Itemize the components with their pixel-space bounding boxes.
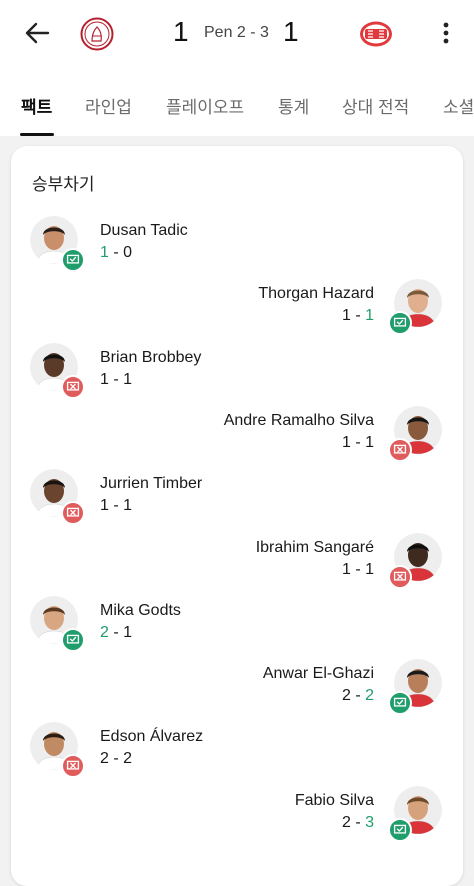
tab-bar: 팩트 라인업 플레이오프 통계 상대 전적 소셜 <box>0 66 474 136</box>
goal-scored-icon <box>388 311 412 336</box>
running-score: 1 - 1 <box>100 371 132 389</box>
goal-missed-icon <box>61 501 85 526</box>
away-running-score: 0 <box>123 244 133 261</box>
player-name: Brian Brobbey <box>100 348 202 366</box>
home-running-score: 2 <box>341 813 351 831</box>
away-running-score: 3 <box>365 813 374 831</box>
tab-playoff[interactable]: 플레이오프 <box>166 93 244 118</box>
running-score: 1 - 0 <box>100 244 132 262</box>
tab-stats[interactable]: 통계 <box>278 93 309 118</box>
player-name: Thorgan Hazard <box>258 285 374 303</box>
kick-row[interactable]: Ibrahim Sangaré 1 - 1 <box>11 532 463 591</box>
home-running-score: 2 <box>341 687 351 705</box>
goal-missed-icon <box>388 564 412 589</box>
away-running-score: 1 <box>365 433 374 451</box>
goal-scored-icon <box>388 817 412 842</box>
score-separator: - <box>108 623 124 641</box>
tab-facts[interactable]: 팩트 <box>21 93 52 118</box>
away-running-score: 2 <box>123 750 133 768</box>
kick-row[interactable]: Brian Brobbey 1 - 1 <box>11 342 463 401</box>
match-header: 1 Pen 2 - 3 1 <box>0 0 474 66</box>
penalty-shootout-card: 승부차기 Dusan Tadic 1 - 0 Thorgan Hazard 1 - 1… <box>11 146 463 886</box>
active-tab-indicator <box>20 133 54 136</box>
score-separator: - <box>108 497 124 515</box>
kick-row[interactable]: Dusan Tadic 1 - 0 <box>11 216 463 274</box>
score-separator: - <box>350 307 366 325</box>
tab-social[interactable]: 소셜 <box>443 93 474 118</box>
back-arrow-icon[interactable] <box>22 18 52 48</box>
psv-crest-icon[interactable] <box>359 17 393 51</box>
kick-row[interactable]: Thorgan Hazard 1 - 1 <box>11 279 463 337</box>
kick-row[interactable]: Edson Álvarez 2 - 2 <box>11 722 463 780</box>
home-running-score: 1 <box>100 244 109 261</box>
away-score: 1 <box>283 16 299 47</box>
kick-row[interactable]: Fabio Silva 2 - 3 <box>11 785 463 844</box>
running-score: 2 - 3 <box>342 814 374 832</box>
score-separator: - <box>108 750 124 768</box>
ajax-crest-icon[interactable] <box>80 17 114 51</box>
score-separator: - <box>350 813 366 831</box>
player-name: Mika Godts <box>100 601 181 619</box>
player-name: Ibrahim Sangaré <box>255 538 374 556</box>
away-running-score: 1 <box>123 370 133 388</box>
running-score: 2 - 2 <box>100 750 132 768</box>
player-name: Dusan Tadic <box>100 222 188 239</box>
running-score: 2 - 1 <box>100 624 132 642</box>
goal-missed-icon <box>61 754 85 779</box>
kick-row[interactable]: Anwar El-Ghazi 2 - 2 <box>11 659 463 717</box>
running-score: 1 - 1 <box>342 561 374 579</box>
goal-scored-icon <box>61 248 85 272</box>
player-name: Anwar El-Ghazi <box>262 665 374 683</box>
player-name: Jurrien Timber <box>100 475 203 493</box>
goal-missed-icon <box>388 437 412 462</box>
score-separator: - <box>350 433 366 451</box>
goal-scored-icon <box>388 691 412 716</box>
score-separator: - <box>350 560 366 578</box>
more-options-icon[interactable] <box>436 20 456 46</box>
home-score: 1 <box>173 16 189 47</box>
kick-row[interactable]: Mika Godts 2 - 1 <box>11 595 463 654</box>
penalty-score: Pen 2 - 3 <box>204 24 269 41</box>
running-score: 1 - 1 <box>100 497 132 515</box>
away-running-score: 1 <box>123 623 133 641</box>
away-running-score: 2 <box>365 687 374 705</box>
player-name: Edson Álvarez <box>100 728 204 746</box>
home-running-score: 1 <box>100 370 109 388</box>
home-running-score: 1 <box>341 433 351 451</box>
running-score: 1 - 1 <box>342 307 374 325</box>
player-name: Fabio Silva <box>294 791 374 809</box>
card-title: 승부차기 <box>32 175 95 194</box>
player-name: Andre Ramalho Silva <box>223 411 374 429</box>
kick-row[interactable]: Andre Ramalho Silva 1 - 1 <box>11 405 463 464</box>
home-running-score: 1 <box>100 497 109 515</box>
home-running-score: 2 <box>100 750 109 768</box>
score-separator: - <box>108 244 124 261</box>
home-running-score: 2 <box>100 623 109 641</box>
home-running-score: 1 <box>341 307 351 325</box>
score-separator: - <box>108 370 124 388</box>
away-running-score: 1 <box>365 560 374 578</box>
goal-missed-icon <box>61 374 85 399</box>
away-running-score: 1 <box>123 497 133 515</box>
running-score: 2 - 2 <box>342 687 374 705</box>
score-separator: - <box>350 687 366 705</box>
tab-head-to-head[interactable]: 상대 전적 <box>342 93 409 118</box>
tab-lineup[interactable]: 라인업 <box>85 93 132 118</box>
running-score: 1 - 1 <box>342 434 374 452</box>
away-running-score: 1 <box>365 307 374 325</box>
kick-row[interactable]: Jurrien Timber 1 - 1 <box>11 469 463 527</box>
goal-scored-icon <box>61 627 85 652</box>
home-running-score: 1 <box>341 560 351 578</box>
